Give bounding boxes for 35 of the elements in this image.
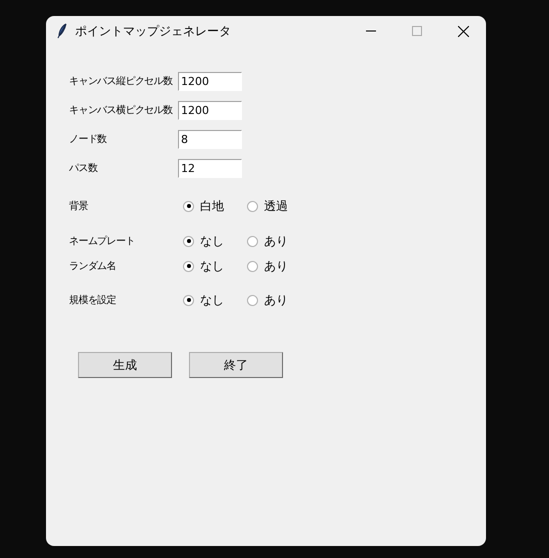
action-button[interactable]: 生成: [78, 352, 172, 378]
action-button[interactable]: 終了: [189, 352, 283, 378]
window-title: ポイントマップジェネレータ: [75, 22, 232, 40]
feather-icon: [57, 23, 67, 39]
field-label: ノード数: [69, 133, 108, 146]
field-label: キャンバス縦ピクセル数: [69, 75, 174, 88]
minimize-icon: [366, 30, 376, 32]
radio-option[interactable]: あり: [247, 292, 311, 308]
radio-option[interactable]: なし: [183, 292, 247, 308]
input-field[interactable]: 8: [178, 130, 242, 148]
radio-option[interactable]: あり: [247, 232, 311, 250]
radio-button[interactable]: [183, 236, 194, 246]
option-label: ネームプレート: [69, 234, 136, 248]
radio-button[interactable]: [247, 200, 258, 212]
radio-option[interactable]: あり: [247, 258, 311, 274]
input-field[interactable]: 1200: [178, 100, 242, 120]
radio-button[interactable]: [183, 260, 194, 272]
input-field[interactable]: 12: [178, 158, 242, 178]
radio-option[interactable]: なし: [183, 258, 247, 274]
radio-button[interactable]: [247, 236, 258, 246]
option-label: ランダム名: [69, 260, 118, 273]
close-icon: [458, 26, 468, 36]
radio-button[interactable]: [247, 260, 258, 272]
field-label: パス数: [69, 162, 98, 175]
radio-option[interactable]: なし: [183, 232, 247, 250]
field-label: キャンバス横ピクセル数: [69, 104, 174, 117]
option-label: 背景: [69, 200, 89, 213]
maximize-icon: [412, 26, 422, 36]
radio-button[interactable]: [183, 200, 194, 212]
radio-button[interactable]: [247, 294, 258, 306]
input-field[interactable]: 1200: [178, 72, 242, 90]
radio-option[interactable]: 透過: [247, 198, 311, 214]
option-label: 規模を設定: [69, 294, 118, 307]
radio-option[interactable]: 白地: [183, 198, 247, 214]
radio-button[interactable]: [183, 294, 194, 306]
